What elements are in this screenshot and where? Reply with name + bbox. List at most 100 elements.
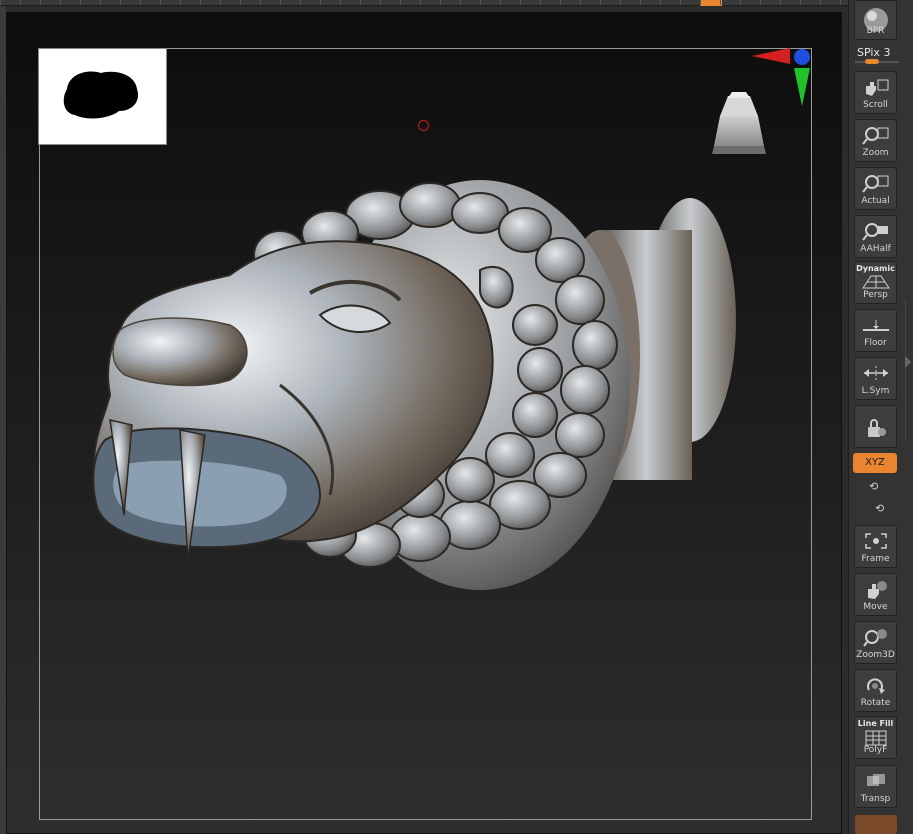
rotate-label: Rotate [860,698,891,708]
ruler-tick [680,0,681,5]
magnifier-aahalf-icon [861,222,890,245]
ruler-tick [620,0,621,5]
ruler-tick [640,0,641,5]
ruler-tick [200,0,201,5]
ruler-tick [700,0,701,5]
ruler-tick [460,0,461,5]
ruler-tick [780,0,781,5]
ruler-tick [660,0,661,5]
ruler-tick [240,0,241,5]
rotate-z-icon[interactable]: ⟲ [875,502,884,515]
ruler-tick [400,0,401,5]
floor-grid-icon [861,316,891,337]
transp-label: Transp [860,794,891,804]
toolbar-grip[interactable] [905,300,911,440]
aahalf-button[interactable]: AAHalf [854,215,897,258]
ruler-tick [40,0,41,5]
frame-label: Frame [861,554,890,564]
ruler-tick [520,0,521,5]
zoom-label: Zoom [862,148,889,158]
move-button[interactable]: Move [854,573,897,616]
ruler-tick [440,0,441,5]
zbrush-app: BPR SPix 3 Scroll Zoom Actual AAHalf Dyn… [0,0,913,834]
ruler-tick [800,0,801,5]
scroll-label: Scroll [863,100,888,110]
ruler-tick [60,0,61,5]
ruler-tick [260,0,261,5]
ruler-tick [280,0,281,5]
zoom3d-label: Zoom3D [856,650,895,660]
ruler-tick [840,0,841,5]
ruler-tick [180,0,181,5]
persp-label: Persp [863,290,888,300]
right-toolbar: BPR SPix 3 Scroll Zoom Actual AAHalf Dyn… [848,0,913,834]
line-fill-title: Line Fill [857,719,894,728]
ruler-tick [160,0,161,5]
ruler-tick [320,0,321,5]
move-label: Move [863,602,888,612]
lsym-button[interactable]: L.Sym [854,357,897,400]
collapse-arrow-icon[interactable] [905,356,911,368]
ruler-tick [500,0,501,5]
scroll-button[interactable]: Scroll [854,71,897,114]
aahalf-label: AAHalf [860,244,891,254]
ruler-tick [340,0,341,5]
ruler-tick [420,0,421,5]
polyf-button[interactable]: Line Fill PolyF [854,716,897,759]
spix-handle[interactable] [865,59,879,64]
rotate-y-icon[interactable]: ⟲ [869,480,878,493]
lion-head-model[interactable] [80,175,750,640]
hand-scroll-icon [862,78,890,101]
rotate-button[interactable]: Rotate [854,669,897,712]
frame-button[interactable]: Frame [854,525,897,568]
ruler-tick [480,0,481,5]
ruler-tick [120,0,121,5]
magnifier-actual-icon [861,174,890,197]
lock-icon [864,416,888,443]
lsym-label: L.Sym [861,386,890,396]
ruler-tick [20,0,21,5]
ruler-tick [820,0,821,5]
ruler-tick [600,0,601,5]
floor-button[interactable]: Floor [854,309,897,352]
actual-label: Actual [861,196,890,206]
persp-button[interactable]: Dynamic Persp [854,261,897,304]
ruler-tick [80,0,81,5]
ruler-tick [540,0,541,5]
ruler-tick [220,0,221,5]
ruler-marker[interactable] [700,0,722,6]
spix-slider[interactable]: SPix 3 [853,46,901,68]
ruler-tick [760,0,761,5]
polyf-label: PolyF [863,745,888,755]
zoom3d-button[interactable]: Zoom3D [854,621,897,664]
xyz-rotate-button[interactable]: XYZ [853,453,897,473]
frame-icon [863,532,889,553]
floor-label: Floor [864,338,887,348]
ruler-tick [360,0,361,5]
ruler-tick [0,0,1,5]
ruler-tick [580,0,581,5]
top-ruler[interactable] [0,0,848,6]
transp-button[interactable]: Transp [854,765,897,808]
rotate-icon [863,676,889,699]
nav-cube-icon[interactable] [706,88,772,160]
xyz-label: XYZ [865,457,885,468]
ruler-tick [140,0,141,5]
ruler-tick [300,0,301,5]
actual-button[interactable]: Actual [854,167,897,210]
magnifier-icon [861,126,890,149]
navigation-thumbnail[interactable] [38,48,167,145]
spix-label: SPix 3 [857,46,891,59]
ruler-tick [380,0,381,5]
transparency-icon [864,772,888,793]
bpr-button[interactable]: BPR [854,0,897,40]
magnifier-3d-icon [862,628,889,651]
ruler-tick [740,0,741,5]
symmetry-icon [861,364,891,385]
dynamic-title: Dynamic [856,264,895,273]
zoom-button[interactable]: Zoom [854,119,897,162]
circle-cursor-icon [418,120,429,131]
hand-move-icon [863,580,889,603]
lock-button[interactable] [854,405,897,448]
ghost-button[interactable] [855,815,897,834]
